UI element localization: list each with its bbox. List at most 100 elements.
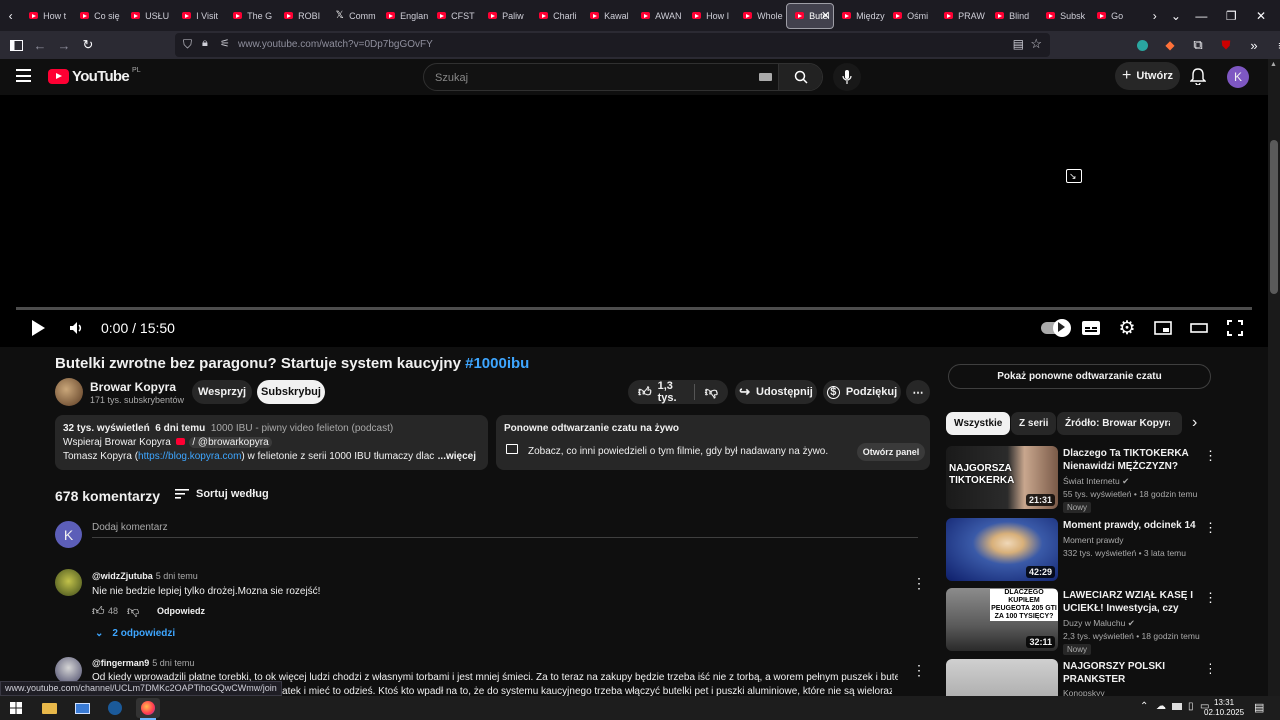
browser-tab[interactable]: Charli: [531, 3, 582, 29]
video-title[interactable]: LAWECIARZ WZIĄŁ KASĘ I UCIEKŁ! Inwestycj…: [1063, 589, 1201, 615]
video-channel[interactable]: Duzy w Maluchu ✔: [1063, 618, 1135, 629]
page-scrollbar[interactable]: ▲: [1268, 59, 1280, 696]
more-actions-button[interactable]: ⋯: [906, 380, 930, 404]
hamburger-menu-icon[interactable]: [16, 69, 31, 82]
tray-chevron-icon[interactable]: ⌃: [1140, 701, 1148, 712]
browser-tab[interactable]: Kawal: [582, 3, 633, 29]
ublock-icon[interactable]: ⛊: [1214, 33, 1238, 57]
browser-tab[interactable]: Go: [1089, 3, 1140, 29]
recommended-video[interactable]: NAJGORSZA TIKTOKERKA 21:31 Dlaczego Ta T…: [946, 446, 1217, 513]
file-explorer-icon[interactable]: [37, 698, 61, 718]
video-title[interactable]: Dlaczego Ta TIKTOKERKA Nienawidzi MĘŻCZY…: [1063, 447, 1201, 473]
thanks-button[interactable]: $ Podziękuj: [823, 380, 901, 404]
forward-icon[interactable]: →: [52, 33, 76, 57]
comment-author-name[interactable]: @fingerman9: [92, 658, 149, 668]
close-tab-icon[interactable]: ✕: [821, 9, 830, 22]
permissions-icon[interactable]: ⚟: [220, 37, 230, 50]
cloud-icon[interactable]: ☁: [1156, 701, 1166, 712]
video-title[interactable]: Moment prawdy, odcinek 14: [1063, 519, 1201, 532]
video-more-icon[interactable]: ⋮: [1204, 590, 1217, 606]
monitor-app-icon[interactable]: [70, 698, 94, 718]
browser-tab[interactable]: The G: [225, 3, 276, 29]
fullscreen-button[interactable]: [1224, 317, 1246, 339]
channel-avatar[interactable]: [55, 378, 83, 406]
browser-tab[interactable]: ROBI: [276, 3, 327, 29]
browser-tab[interactable]: AWAN: [633, 3, 684, 29]
comment-more-icon[interactable]: ⋮: [912, 662, 926, 679]
scrollbar-thumb[interactable]: [1270, 140, 1278, 294]
video-thumbnail[interactable]: [946, 659, 1058, 696]
sort-comments-button[interactable]: Sortuj według: [175, 488, 269, 500]
video-hashtag[interactable]: #1000ibu: [465, 355, 529, 372]
dislike-button[interactable]: 👎︎: [695, 384, 728, 400]
comment-time[interactable]: 5 dni temu: [156, 571, 198, 581]
notifications-bell-icon[interactable]: [1189, 68, 1207, 88]
mic-tray-icon[interactable]: ▯: [1188, 701, 1194, 712]
description-box[interactable]: 32 tys. wyświetleń 6 dni temu 1000 IBU -…: [55, 415, 488, 470]
browser-tab[interactable]: How I: [684, 3, 735, 29]
browser-tab[interactable]: Między: [834, 3, 885, 29]
youtube-logo[interactable]: YouTube PL: [48, 67, 141, 85]
subscribe-button[interactable]: Subskrybuj: [257, 380, 325, 404]
video-thumbnail[interactable]: DLACZEGO KUPIŁEM PEUGEOTA 205 GTI ZA 100…: [946, 588, 1058, 651]
steam-icon[interactable]: [103, 698, 127, 718]
chips-next-icon[interactable]: ›: [1192, 414, 1197, 432]
overflow-chevrons-icon[interactable]: »: [1242, 33, 1266, 57]
chip-from-channel[interactable]: Źródło: Browar Kopyra: [1057, 412, 1182, 435]
video-more-icon[interactable]: ⋮: [1204, 661, 1211, 677]
browser-tab[interactable]: 𝕏 Comm: [327, 3, 378, 29]
chip-all[interactable]: Wszystkie: [946, 412, 1011, 435]
scroll-up-arrow-icon[interactable]: ▲: [1270, 61, 1277, 68]
progress-bar[interactable]: [16, 307, 1252, 310]
app-menu-icon[interactable]: ≡: [1270, 33, 1280, 57]
comment-dislike-button[interactable]: 👎︎: [127, 604, 139, 619]
search-button[interactable]: [778, 64, 822, 90]
video-more-icon[interactable]: ⋮: [1204, 520, 1217, 536]
reload-icon[interactable]: ↻: [76, 33, 100, 57]
browser-tab[interactable]: I Visit: [174, 3, 225, 29]
tracking-shield-icon[interactable]: ⛉: [183, 37, 192, 52]
tab-scroll-right-icon[interactable]: ›: [1144, 3, 1165, 29]
miniplayer-button[interactable]: [1152, 317, 1174, 339]
theater-mode-button[interactable]: [1188, 317, 1210, 339]
close-window-icon[interactable]: ✕: [1246, 1, 1276, 31]
restore-icon[interactable]: ❐: [1216, 1, 1246, 31]
browser-tab[interactable]: Englan: [378, 3, 429, 29]
minimize-icon[interactable]: —: [1187, 1, 1217, 31]
autoplay-toggle[interactable]: [1040, 317, 1071, 339]
fox-extension-icon[interactable]: ◆: [1158, 33, 1182, 57]
video-title[interactable]: NAJGORSZY POLSKI PRANKSTER: [1063, 660, 1201, 686]
video-thumbnail[interactable]: NAJGORSZA TIKTOKERKA 21:31: [946, 446, 1058, 509]
comment-more-icon[interactable]: ⋮: [912, 575, 926, 592]
tab-list-dropdown-icon[interactable]: ⌄: [1165, 3, 1186, 29]
like-button[interactable]: 👍︎ 1,3 tys.: [628, 380, 695, 404]
browser-tab-active[interactable]: Butel ✕: [786, 2, 835, 29]
recommended-video[interactable]: 42:29 Moment prawdy, odcinek 14 Moment p…: [946, 518, 1217, 582]
tab-scroll-left-icon[interactable]: ‹: [0, 3, 21, 29]
subtitles-button[interactable]: [1080, 317, 1102, 339]
browser-tab[interactable]: PRAW: [936, 3, 987, 29]
show-chat-replay-button[interactable]: Pokaż ponowne odtwarzanie czatu: [948, 364, 1211, 389]
comment-avatar[interactable]: [55, 569, 82, 596]
chip-from-series[interactable]: Z serii: [1011, 412, 1057, 435]
comment-like-button[interactable]: 👍︎: [92, 604, 105, 619]
recommended-video[interactable]: NAJGORSZY POLSKI PRANKSTER Konopskyy ⋮: [946, 659, 1211, 696]
video-channel-name[interactable]: Świat Internetu: [1063, 476, 1120, 486]
show-more-link[interactable]: ...więcej: [433, 451, 476, 462]
video-player[interactable]: ↘ 0:00 / 15:50 ⚙: [0, 95, 1268, 347]
account-avatar[interactable]: K: [1227, 66, 1249, 88]
mute-button[interactable]: [66, 317, 88, 339]
browser-tab[interactable]: Blind: [987, 3, 1038, 29]
bookmark-star-icon[interactable]: ☆: [1030, 36, 1042, 52]
comment-time[interactable]: 5 dni temu: [152, 658, 194, 668]
join-button[interactable]: Wesprzyj: [192, 380, 252, 404]
browser-tab[interactable]: Ośmi: [885, 3, 936, 29]
clock[interactable]: 13:31 02.10.2025: [1204, 698, 1244, 718]
settings-button[interactable]: ⚙: [1116, 317, 1138, 339]
video-more-icon[interactable]: ⋮: [1204, 448, 1217, 464]
drive-icon[interactable]: [1172, 703, 1182, 710]
extensions-puzzle-icon[interactable]: ⧉: [1186, 33, 1210, 57]
vpn-extension-icon[interactable]: [1130, 33, 1154, 57]
create-button[interactable]: + Utwórz: [1115, 62, 1180, 90]
video-channel-name[interactable]: Duzy w Maluchu: [1063, 618, 1125, 628]
